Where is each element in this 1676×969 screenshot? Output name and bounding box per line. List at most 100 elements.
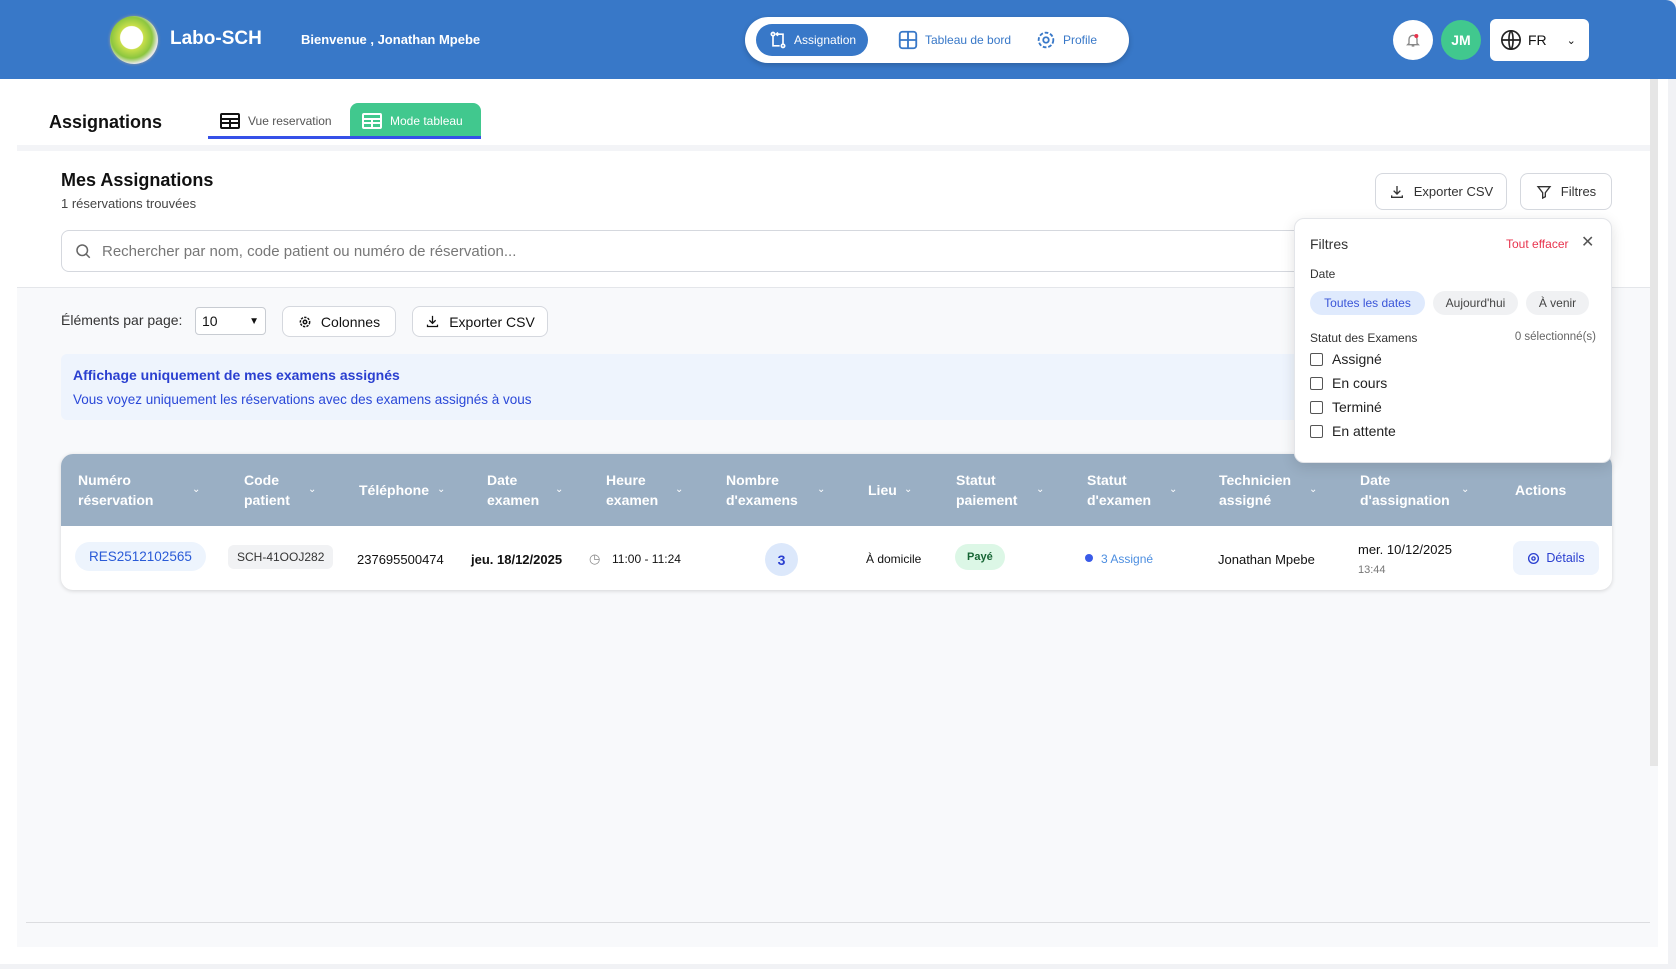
details-button[interactable]: Détails bbox=[1513, 541, 1599, 575]
column-header[interactable]: Statut d'examen bbox=[1087, 470, 1157, 510]
button-label: Colonnes bbox=[320, 313, 381, 330]
close-icon[interactable]: ✕ bbox=[1581, 232, 1594, 252]
git-pull-request-icon bbox=[770, 31, 786, 49]
tab-underline bbox=[208, 136, 481, 139]
nav-assignation[interactable]: Assignation bbox=[756, 24, 869, 56]
info-banner bbox=[61, 354, 1361, 420]
chevron-down-icon[interactable]: ⌄ bbox=[437, 484, 445, 495]
per-page-select[interactable]: 10 ▼ bbox=[195, 307, 266, 335]
chevron-down-icon[interactable]: ⌄ bbox=[904, 484, 912, 495]
checkbox-label: Assigné bbox=[1332, 351, 1382, 367]
language-value: FR bbox=[1528, 32, 1547, 48]
exam-date: jeu. 18/12/2025 bbox=[471, 552, 563, 567]
status-checkbox-en-attente[interactable]: En attente bbox=[1310, 423, 1396, 439]
chevron-down-icon[interactable]: ⌄ bbox=[1309, 484, 1317, 495]
chevron-down-icon[interactable]: ⌄ bbox=[817, 484, 825, 495]
status-label: Statut des Examens bbox=[1310, 331, 1418, 345]
nav-label: Tableau de bord bbox=[925, 33, 1012, 47]
columns-button[interactable]: Colonnes bbox=[282, 306, 396, 337]
column-header[interactable]: Lieu bbox=[868, 480, 897, 500]
status-checkbox-assigne[interactable]: Assigné bbox=[1310, 351, 1382, 367]
table-icon bbox=[362, 112, 382, 129]
chevron-down-icon[interactable]: ⌄ bbox=[555, 484, 563, 495]
filters-button[interactable]: Filtres bbox=[1520, 173, 1612, 210]
checkbox-label: Terminé bbox=[1332, 399, 1382, 415]
globe-icon bbox=[1501, 30, 1521, 50]
checkbox[interactable] bbox=[1310, 352, 1323, 366]
date-chip-upcoming[interactable]: À venir bbox=[1526, 291, 1589, 315]
column-header[interactable]: Date d'assignation bbox=[1360, 470, 1450, 510]
welcome-text: Bienvenue , Jonathan Mpebe bbox=[301, 32, 481, 47]
language-select[interactable]: FR ⌄ bbox=[1490, 19, 1589, 61]
section-title: Mes Assignations bbox=[61, 170, 214, 190]
exam-time: 11:00 - 11:24 bbox=[612, 552, 681, 566]
column-header[interactable]: Statut paiement bbox=[956, 470, 1026, 510]
assign-date: mer. 10/12/2025 bbox=[1358, 542, 1452, 557]
checkbox-label: En cours bbox=[1332, 375, 1388, 391]
nav-label: Assignation bbox=[794, 33, 857, 47]
date-label: Date bbox=[1310, 267, 1336, 281]
chevron-down-icon[interactable]: ⌄ bbox=[675, 484, 683, 495]
column-header[interactable]: Technicien assigné bbox=[1219, 470, 1299, 510]
search-input[interactable] bbox=[102, 242, 1302, 260]
checkbox[interactable] bbox=[1310, 400, 1323, 414]
notifications-button[interactable] bbox=[1393, 20, 1433, 60]
export-csv-button[interactable]: Exporter CSV bbox=[1375, 173, 1507, 210]
chevron-down-icon[interactable]: ⌄ bbox=[1461, 484, 1469, 495]
checkbox[interactable] bbox=[1310, 424, 1323, 438]
checkbox-label: En attente bbox=[1332, 423, 1396, 439]
clock-icon: ◷ bbox=[589, 551, 601, 566]
column-header[interactable]: Heure examen bbox=[606, 470, 666, 510]
main-nav: Assignation Tableau de bord Profile bbox=[745, 17, 1129, 63]
chevron-down-icon[interactable]: ⌄ bbox=[1169, 484, 1177, 495]
search-icon bbox=[76, 244, 91, 259]
gear-icon bbox=[1037, 31, 1055, 49]
bell-icon bbox=[1406, 34, 1420, 47]
filters-popover: Filtres Tout effacer ✕ Date Toutes les d… bbox=[1294, 218, 1612, 463]
nav-profile[interactable]: Profile bbox=[1023, 24, 1109, 56]
scrollbar[interactable] bbox=[1650, 79, 1658, 766]
date-chip-today[interactable]: Aujourd'hui bbox=[1433, 291, 1518, 315]
info-text: Vous voyez uniquement les réservations a… bbox=[73, 392, 532, 407]
button-label: Exporter CSV bbox=[1413, 184, 1494, 199]
info-title: Affichage uniquement de mes examens assi… bbox=[73, 367, 400, 383]
table-export-csv-button[interactable]: Exporter CSV bbox=[412, 306, 548, 337]
nav-tableau-de-bord[interactable]: Tableau de bord bbox=[885, 24, 1023, 56]
checkbox[interactable] bbox=[1310, 376, 1323, 390]
tab-mode-tableau[interactable]: Mode tableau bbox=[350, 103, 481, 138]
button-label: Détails bbox=[1546, 551, 1585, 565]
assign-time: 13:44 bbox=[1358, 564, 1386, 576]
chevron-down-icon[interactable]: ⌄ bbox=[192, 484, 200, 495]
date-chip-all[interactable]: Toutes les dates bbox=[1310, 291, 1425, 315]
nav-label: Profile bbox=[1063, 33, 1098, 47]
technician: Jonathan Mpebe bbox=[1218, 552, 1315, 567]
chevron-down-icon[interactable]: ⌄ bbox=[308, 484, 316, 495]
gear-icon bbox=[299, 316, 311, 327]
column-header[interactable]: Numéro réservation bbox=[78, 470, 178, 510]
status-checkbox-en-cours[interactable]: En cours bbox=[1310, 375, 1387, 391]
avatar[interactable]: JM bbox=[1441, 20, 1481, 60]
place: À domicile bbox=[866, 552, 922, 566]
tab-vue-reservation[interactable]: Vue reservation bbox=[208, 103, 344, 138]
search-field[interactable] bbox=[61, 230, 1361, 272]
patient-code: SCH-41OOJ282 bbox=[228, 545, 334, 569]
tab-label: Mode tableau bbox=[390, 113, 463, 128]
column-header[interactable]: Téléphone bbox=[359, 480, 429, 500]
divider bbox=[26, 922, 1650, 923]
chevron-down-icon[interactable]: ⌄ bbox=[1036, 484, 1044, 495]
results-count: 1 réservations trouvées bbox=[61, 196, 197, 211]
column-header[interactable]: Nombre d'examens bbox=[726, 470, 806, 510]
logo bbox=[110, 16, 158, 64]
button-label: Exporter CSV bbox=[449, 313, 535, 330]
exam-status: 3 Assigné bbox=[1101, 552, 1154, 566]
button-label: Filtres bbox=[1560, 184, 1597, 199]
eye-icon bbox=[1528, 552, 1540, 564]
status-checkbox-termine[interactable]: Terminé bbox=[1310, 399, 1382, 415]
chevron-down-icon: ▼ bbox=[249, 315, 259, 327]
reservation-link[interactable]: RES2512102565 bbox=[75, 542, 206, 571]
clear-all-button[interactable]: Tout effacer bbox=[1506, 237, 1568, 251]
per-page-label: Éléments par page: bbox=[61, 312, 183, 328]
column-header[interactable]: Code patient bbox=[244, 470, 304, 510]
filter-icon bbox=[1536, 185, 1552, 199]
column-header[interactable]: Date examen bbox=[487, 470, 547, 510]
